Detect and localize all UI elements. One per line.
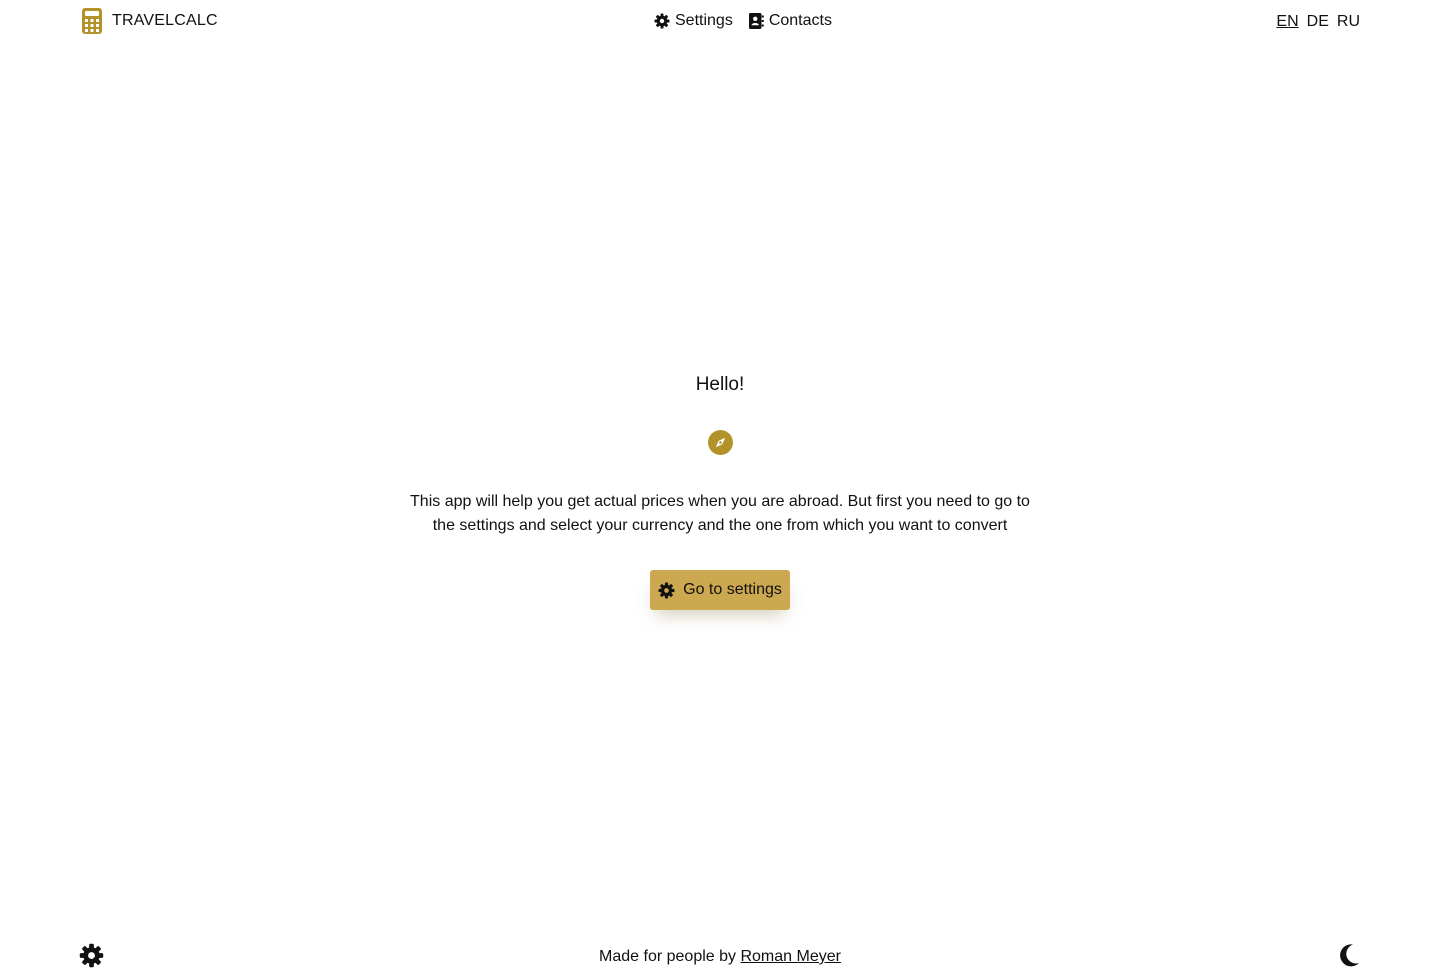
page: TRAVELCALC Settings Contacts EN DE RU He… xyxy=(0,0,1440,980)
footer-credit: Made for people by Roman Meyer xyxy=(0,948,1440,966)
intro-text: This app will help you get actual prices… xyxy=(410,493,1030,534)
gear-icon xyxy=(658,582,675,598)
footer: Made for people by Roman Meyer xyxy=(0,940,1440,976)
nav-contacts[interactable]: Contacts xyxy=(748,12,832,30)
go-to-settings-label: Go to settings xyxy=(683,581,782,598)
nav-contacts-label: Contacts xyxy=(768,12,832,29)
language-switcher: EN DE RU xyxy=(1276,13,1360,31)
author-link[interactable]: Roman Meyer xyxy=(740,948,840,965)
nav-settings[interactable]: Settings xyxy=(654,12,733,30)
welcome-section: Hello! This app will help you get actual… xyxy=(0,372,1440,610)
greeting: Hello! xyxy=(695,374,745,395)
lang-en[interactable]: EN xyxy=(1276,13,1298,31)
moon-icon[interactable] xyxy=(1338,943,1360,967)
brand-link[interactable]: TRAVELCALC xyxy=(82,8,218,34)
credit-prefix: Made for people by xyxy=(599,948,741,965)
main-nav: Settings Contacts xyxy=(654,12,832,30)
gear-icon xyxy=(654,13,670,29)
compass-icon xyxy=(707,430,733,455)
header: TRAVELCALC Settings Contacts EN DE RU xyxy=(0,0,1440,46)
calculator-icon xyxy=(82,8,102,34)
nav-settings-label: Settings xyxy=(675,12,733,29)
lang-de[interactable]: DE xyxy=(1307,13,1329,31)
go-to-settings-button[interactable]: Go to settings xyxy=(650,570,790,610)
app-name: TRAVELCALC xyxy=(112,12,218,29)
lang-ru[interactable]: RU xyxy=(1337,13,1360,31)
address-book-icon xyxy=(748,13,764,29)
